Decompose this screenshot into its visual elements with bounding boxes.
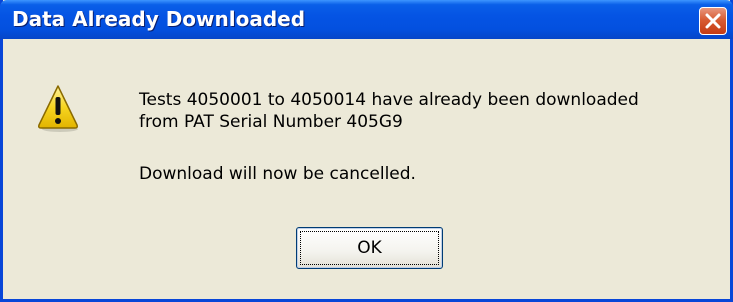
message-line: Tests 4050001 to 4050014 have already be… [139, 90, 639, 110]
ok-button[interactable]: OK [296, 227, 443, 269]
dialog-title: Data Already Downloaded [12, 7, 306, 31]
message-line: from PAT Serial Number 405G9 [139, 112, 403, 132]
close-icon [705, 13, 721, 29]
title-bar[interactable]: Data Already Downloaded [0, 0, 733, 39]
message-line: Download will now be cancelled. [139, 164, 416, 184]
warning-icon [38, 85, 78, 132]
message-text: Tests 4050001 to 4050014 have already be… [139, 89, 719, 185]
close-button[interactable] [699, 7, 727, 35]
ok-button-label: OK [357, 238, 382, 258]
dialog-window: Data Already Downloaded Tests 4050001 to… [0, 0, 733, 302]
